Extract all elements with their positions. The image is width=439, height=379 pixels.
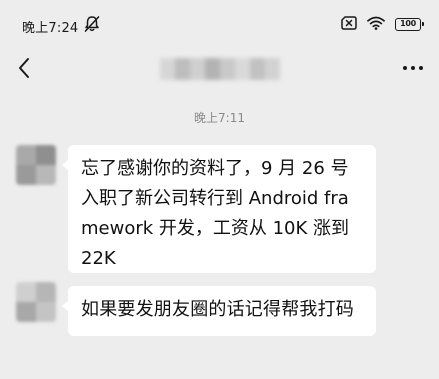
status-icons: 100	[341, 14, 424, 34]
battery-level: 100	[400, 19, 416, 28]
mute-icon	[82, 14, 102, 34]
contact-name-redacted	[160, 58, 280, 80]
chat-header	[0, 46, 439, 90]
message-timestamp: 晚上7:11	[194, 111, 245, 125]
message-bubble[interactable]: 忘了感谢你的资料了，9 月 26 号入职了新公司转行到 Android fram…	[62, 145, 376, 273]
avatar[interactable]	[16, 145, 56, 185]
wifi-icon	[367, 15, 385, 34]
battery-icon: 100	[395, 17, 424, 31]
more-horizontal-icon	[403, 66, 423, 70]
avatar[interactable]	[16, 282, 56, 322]
more-options-button[interactable]	[397, 52, 429, 84]
message-bubble[interactable]: 如果要发朋友圈的话记得帮我打码	[62, 286, 376, 336]
status-bar: 晚上7:24 100	[0, 0, 439, 46]
status-time: 晚上7:24	[22, 21, 79, 36]
back-button[interactable]	[8, 52, 40, 84]
sim-off-icon	[341, 15, 357, 34]
chevron-left-icon	[19, 58, 29, 78]
